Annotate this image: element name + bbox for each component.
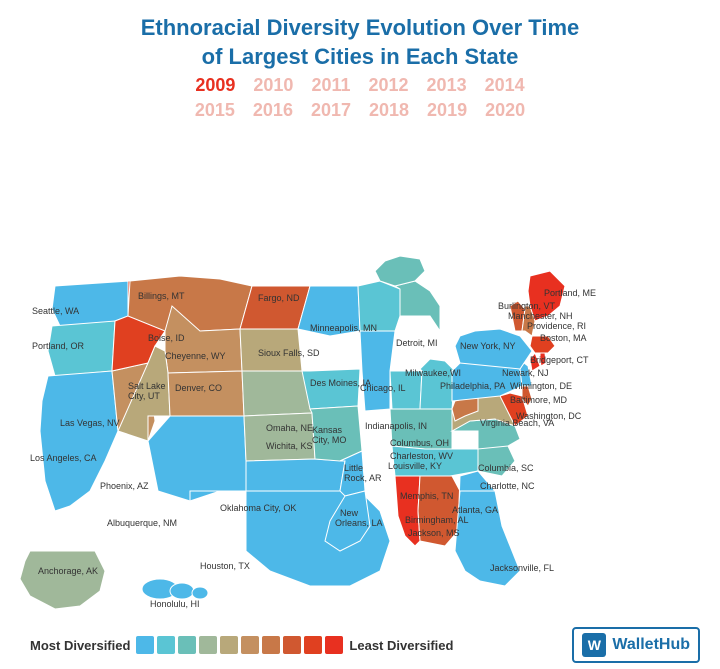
svg-text:Houston, TX: Houston, TX (200, 561, 250, 571)
swatch-8 (283, 636, 301, 654)
wallethub-logo[interactable]: W WalletHub (572, 627, 700, 663)
swatch-6 (241, 636, 259, 654)
year-2018[interactable]: 2018 (369, 100, 409, 121)
year-2009[interactable]: 2009 (195, 75, 235, 96)
swatch-9 (304, 636, 322, 654)
svg-text:Albuquerque, NM: Albuquerque, NM (107, 518, 177, 528)
swatch-10 (325, 636, 343, 654)
swatch-4 (199, 636, 217, 654)
year-2019[interactable]: 2019 (427, 100, 467, 121)
swatch-3 (178, 636, 196, 654)
page-container: Ethnoracial Diversity Evolution Over Tim… (0, 0, 720, 640)
legend-gradient (136, 636, 343, 654)
svg-text:Providence, RI: Providence, RI (527, 321, 586, 331)
year-2011[interactable]: 2011 (311, 75, 350, 96)
swatch-5 (220, 636, 238, 654)
year-2012[interactable]: 2012 (369, 75, 409, 96)
year-2010[interactable]: 2010 (253, 75, 293, 96)
year-2014[interactable]: 2014 (485, 75, 525, 96)
main-title: Ethnoracial Diversity Evolution Over Tim… (20, 14, 700, 71)
year-2016[interactable]: 2016 (253, 100, 293, 121)
wallethub-text: WalletHub (612, 636, 690, 654)
swatch-1 (136, 636, 154, 654)
year-2020[interactable]: 2020 (485, 100, 525, 121)
map-svg: Seattle, WA Portland, OR Los Angeles, CA… (0, 131, 720, 621)
legend-left: Most Diversified Least Diversified (30, 636, 453, 654)
year-row2: 2015 2016 2017 2018 2019 2020 (20, 100, 700, 121)
title-area: Ethnoracial Diversity Evolution Over Tim… (0, 0, 720, 129)
wallethub-icon: W (582, 633, 606, 657)
year-2013[interactable]: 2013 (427, 75, 467, 96)
svg-text:Honolulu, HI: Honolulu, HI (150, 599, 200, 609)
swatch-2 (157, 636, 175, 654)
swatch-7 (262, 636, 280, 654)
year-2017[interactable]: 2017 (311, 100, 351, 121)
svg-text:Phoenix, AZ: Phoenix, AZ (100, 481, 149, 491)
year-2015[interactable]: 2015 (195, 100, 235, 121)
title-line1: Ethnoracial Diversity Evolution Over Tim… (141, 15, 580, 40)
svg-text:Detroit, MI: Detroit, MI (396, 338, 438, 348)
year-row1: 2009 2010 2011 2012 2013 2014 (20, 75, 700, 96)
map-area: Seattle, WA Portland, OR Los Angeles, CA… (0, 131, 720, 621)
legend-area: Most Diversified Least Diversified W Wal… (0, 621, 720, 669)
title-line2: of Largest Cities in Each State (202, 44, 519, 69)
